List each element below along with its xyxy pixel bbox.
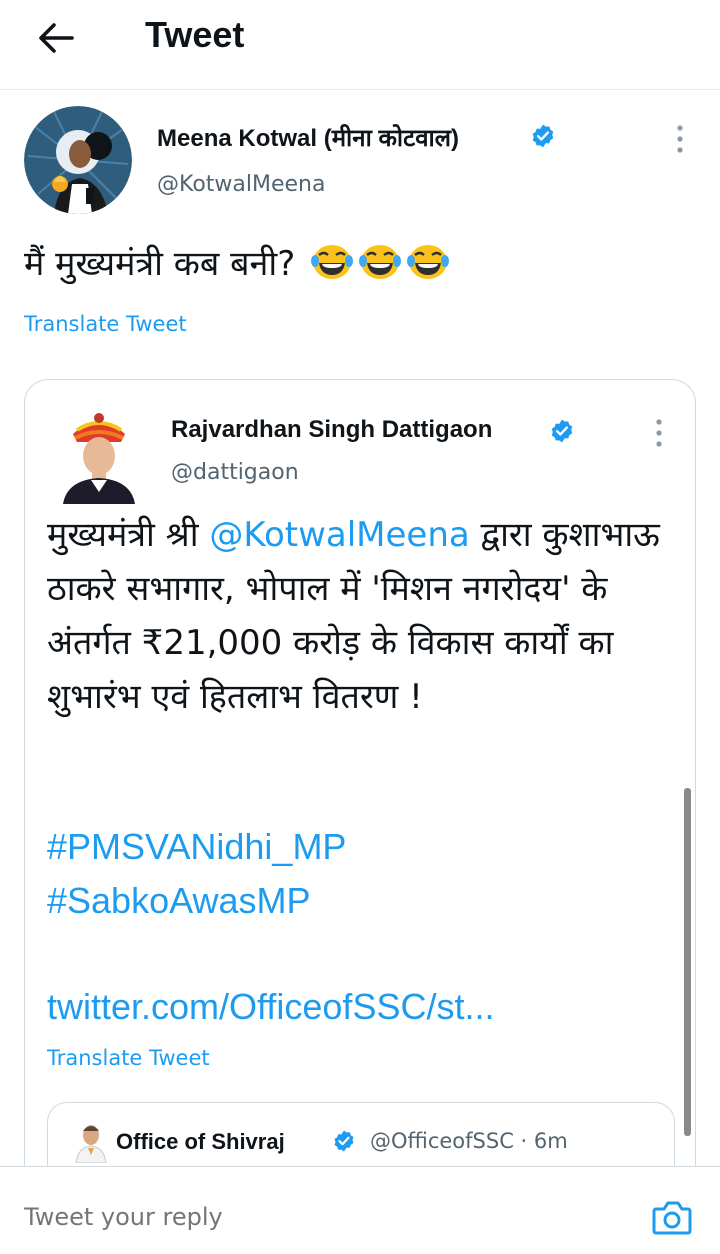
back-button[interactable]	[34, 18, 78, 58]
translate-tweet-link[interactable]: Translate Tweet	[24, 312, 187, 336]
top-app-bar: Tweet	[0, 0, 720, 90]
author-name[interactable]: Meena Kotwal (मीना कोटवाल)	[157, 121, 459, 154]
laughing-emoji-icon	[406, 241, 450, 294]
verified-badge-icon	[530, 123, 556, 149]
tweet-body: मैं मुख्यमंत्री कब बनी?	[24, 244, 296, 284]
verified-badge-icon	[549, 418, 575, 444]
quoted-author-handle[interactable]: @dattigaon	[171, 460, 299, 485]
nested-author-name[interactable]: Office of Shivraj	[116, 1129, 285, 1155]
quoted-tweet-card[interactable]: Rajvardhan Singh Dattigaon @dattigaon मु…	[24, 379, 696, 1199]
nested-handle-time: @OfficeofSSC · 6m	[370, 1129, 568, 1153]
quoted-text-start: मुख्यमंत्री श्री	[47, 515, 210, 555]
more-vertical-icon	[677, 125, 683, 153]
mention-link[interactable]: @KotwalMeena	[209, 515, 469, 555]
avatar-image	[24, 106, 132, 214]
reply-composer	[0, 1166, 720, 1254]
external-link[interactable]: twitter.com/OfficeofSSC/st...	[47, 986, 494, 1028]
verified-badge-icon	[332, 1129, 356, 1153]
quoted-tweet-text: मुख्यमंत्री श्री @KotwalMeena द्वारा कुश…	[47, 508, 667, 724]
tweet-detail-screen: Tweet Meena Kotwal (मीना कोटवाल) @Kotwal…	[0, 0, 720, 1254]
more-options-button[interactable]	[666, 122, 694, 156]
camera-button[interactable]	[650, 1197, 694, 1237]
translate-tweet-link[interactable]: Translate Tweet	[47, 1046, 210, 1070]
more-vertical-icon	[656, 419, 662, 447]
hashtag-link[interactable]: #PMSVANidhi_MP	[47, 826, 346, 868]
nested-author-avatar[interactable]	[74, 1121, 108, 1164]
hashtag-link[interactable]: #SabkoAwasMP	[47, 880, 310, 922]
quoted-author-name[interactable]: Rajvardhan Singh Dattigaon	[171, 416, 492, 444]
scrollbar-thumb[interactable]	[684, 788, 691, 1136]
quoted-more-options-button[interactable]	[645, 416, 673, 450]
avatar-image	[63, 413, 135, 504]
page-title: Tweet	[145, 14, 245, 55]
reply-input[interactable]	[24, 1203, 324, 1231]
avatar-image	[75, 1125, 107, 1164]
author-handle[interactable]: @KotwalMeena	[157, 172, 325, 197]
tweet-text: मैं मुख्यमंत्री कब बनी?	[24, 240, 684, 294]
laughing-emoji-icon	[358, 241, 402, 294]
quoted-author-avatar[interactable]	[59, 408, 139, 504]
arrow-left-icon	[39, 23, 74, 53]
laughing-emoji-icon	[310, 241, 354, 294]
camera-icon	[652, 1201, 692, 1235]
author-avatar[interactable]	[24, 106, 132, 214]
